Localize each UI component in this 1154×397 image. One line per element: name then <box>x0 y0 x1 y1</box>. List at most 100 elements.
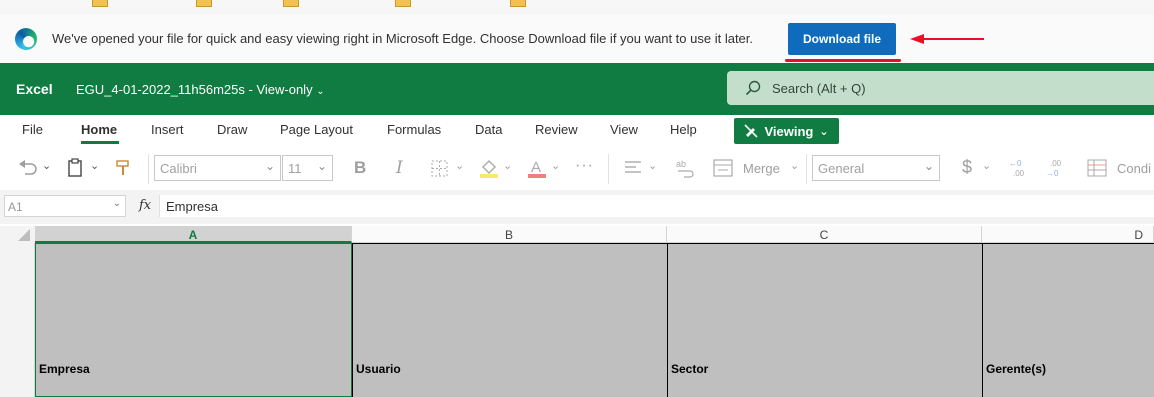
tab-view[interactable]: View <box>610 122 638 137</box>
font-size-dropdown[interactable]: 11 ⌄ <box>282 155 333 181</box>
toolbar-divider <box>608 154 609 184</box>
edge-logo-icon <box>15 28 37 50</box>
italic-button[interactable]: I <box>396 158 403 178</box>
bookmark-folder-icon[interactable] <box>395 0 411 7</box>
chevron-down-icon: ⌄ <box>316 159 327 173</box>
cell-text: Usuario <box>356 362 401 376</box>
chevron-down-icon[interactable]: ⌄ <box>648 159 657 172</box>
font-size-value: 11 <box>288 161 302 176</box>
viewing-mode-icon <box>744 124 759 138</box>
bookmarks-bar <box>0 0 1154 16</box>
svg-text:ab: ab <box>676 159 686 169</box>
svg-text:←0: ←0 <box>1009 159 1022 168</box>
number-format-value: General <box>818 161 865 176</box>
tab-formulas[interactable]: Formulas <box>387 122 441 137</box>
tab-draw[interactable]: Draw <box>217 122 247 137</box>
column-header-c[interactable]: C <box>667 226 982 243</box>
tab-review[interactable]: Review <box>535 122 578 137</box>
formula-bar: A1 ⌄ fx Empresa <box>0 190 1154 224</box>
name-box[interactable]: A1 ⌄ <box>4 195 126 217</box>
annotation-arrow-icon <box>910 34 984 44</box>
chevron-down-icon: ⌄ <box>112 198 121 209</box>
cell-d1[interactable]: Gerente(s) <box>982 243 1154 397</box>
conditional-formatting-label[interactable]: Condi <box>1117 161 1151 176</box>
chevron-down-icon[interactable]: ⌄ <box>503 159 512 172</box>
conditional-formatting-icon[interactable] <box>1087 159 1107 180</box>
align-icon[interactable] <box>624 160 642 179</box>
column-header-a[interactable]: A <box>35 226 352 243</box>
viewing-mode-button[interactable]: Viewing ⌄ <box>734 118 839 144</box>
format-painter-icon[interactable] <box>115 159 133 180</box>
search-placeholder: Search (Alt + Q) <box>772 81 866 96</box>
font-name-dropdown[interactable]: Calibri ⌄ <box>154 155 281 181</box>
cell-b1[interactable]: Usuario <box>352 243 667 397</box>
chevron-down-icon[interactable]: ⌄ <box>42 159 51 172</box>
borders-icon[interactable] <box>431 160 449 181</box>
increase-decimal-icon[interactable]: ←0.00 <box>1008 157 1030 182</box>
bookmark-folder-icon[interactable] <box>510 0 526 7</box>
tab-help[interactable]: Help <box>670 122 697 137</box>
wrap-text-icon[interactable]: ab <box>675 158 697 181</box>
cell-text: Sector <box>671 362 709 376</box>
cell-a1[interactable]: Empresa <box>35 243 352 397</box>
toolbar-divider <box>148 154 149 184</box>
tab-page-layout[interactable]: Page Layout <box>280 122 353 137</box>
filename: EGU_4-01-2022_11h56m25s <box>76 82 245 97</box>
tab-home[interactable]: Home <box>81 122 117 137</box>
fx-icon[interactable]: fx <box>139 198 151 213</box>
merge-icon[interactable] <box>713 159 733 180</box>
svg-text:.00: .00 <box>1050 159 1062 168</box>
bookmark-folder-icon[interactable] <box>92 0 108 7</box>
chevron-down-icon[interactable]: ⌄ <box>982 159 991 172</box>
undo-icon[interactable] <box>18 158 38 179</box>
chevron-down-icon[interactable]: ⌄ <box>455 159 464 172</box>
font-color-icon[interactable]: A <box>526 157 548 182</box>
bookmark-folder-icon[interactable] <box>283 0 299 7</box>
chevron-down-icon: ⌄ <box>264 159 275 173</box>
chevron-down-icon: ⌄ <box>316 86 325 97</box>
row-header-1[interactable] <box>0 243 35 397</box>
column-header-d[interactable]: D <box>982 226 1154 243</box>
tab-insert[interactable]: Insert <box>151 122 184 137</box>
annotation-underline <box>785 59 901 62</box>
search-icon <box>745 80 761 96</box>
document-title[interactable]: EGU_4-01-2022_11h56m25s - View-only ⌄ <box>76 82 325 97</box>
svg-text:A: A <box>531 159 541 176</box>
cell-text: Gerente(s) <box>986 362 1047 376</box>
active-tab-indicator <box>81 141 119 144</box>
cell-c1[interactable]: Sector <box>667 243 982 397</box>
download-file-button[interactable]: Download file <box>788 23 896 55</box>
fill-color-icon[interactable] <box>478 157 500 182</box>
formula-input[interactable]: Empresa <box>159 195 1154 217</box>
column-header-b[interactable]: B <box>352 226 667 243</box>
name-box-value: A1 <box>8 200 23 214</box>
app-name: Excel <box>16 81 53 97</box>
chevron-down-icon: ⌄ <box>923 159 934 173</box>
bold-button[interactable]: B <box>354 158 366 178</box>
viewing-label: Viewing <box>764 123 814 139</box>
select-all-triangle-icon <box>18 229 30 241</box>
more-options-icon[interactable]: ··· <box>575 157 594 175</box>
clipboard-icon[interactable] <box>67 158 85 181</box>
ribbon-toolbar: ⌄ ⌄ Calibri ⌄ 11 ⌄ B I ⌄ ⌄ A ⌄ ··· ⌄ ab … <box>0 148 1154 190</box>
excel-header: Excel EGU_4-01-2022_11h56m25s - View-onl… <box>0 63 1154 115</box>
toolbar-divider <box>806 154 807 184</box>
view-mode: View-only <box>256 82 313 97</box>
edge-notification-bar: We've opened your file for quick and eas… <box>0 15 1154 64</box>
svg-text:→0: →0 <box>1046 169 1059 178</box>
search-box[interactable]: Search (Alt + Q) <box>727 71 1154 105</box>
bookmark-folder-icon[interactable] <box>196 0 212 7</box>
cell-text: Empresa <box>39 362 90 376</box>
chevron-down-icon[interactable]: ⌄ <box>551 159 560 172</box>
currency-icon[interactable]: $ <box>962 157 972 178</box>
number-format-dropdown[interactable]: General ⌄ <box>812 155 940 181</box>
tab-data[interactable]: Data <box>475 122 502 137</box>
chevron-down-icon: ⌄ <box>819 125 829 138</box>
tab-file[interactable]: File <box>22 122 43 137</box>
edge-notification-message: We've opened your file for quick and eas… <box>52 31 754 46</box>
merge-label[interactable]: Merge <box>743 161 780 176</box>
chevron-down-icon[interactable]: ⌄ <box>90 159 99 172</box>
chevron-down-icon[interactable]: ⌄ <box>790 159 799 172</box>
decrease-decimal-icon[interactable]: .00 →0 <box>1045 157 1067 182</box>
font-name-value: Calibri <box>160 161 197 176</box>
